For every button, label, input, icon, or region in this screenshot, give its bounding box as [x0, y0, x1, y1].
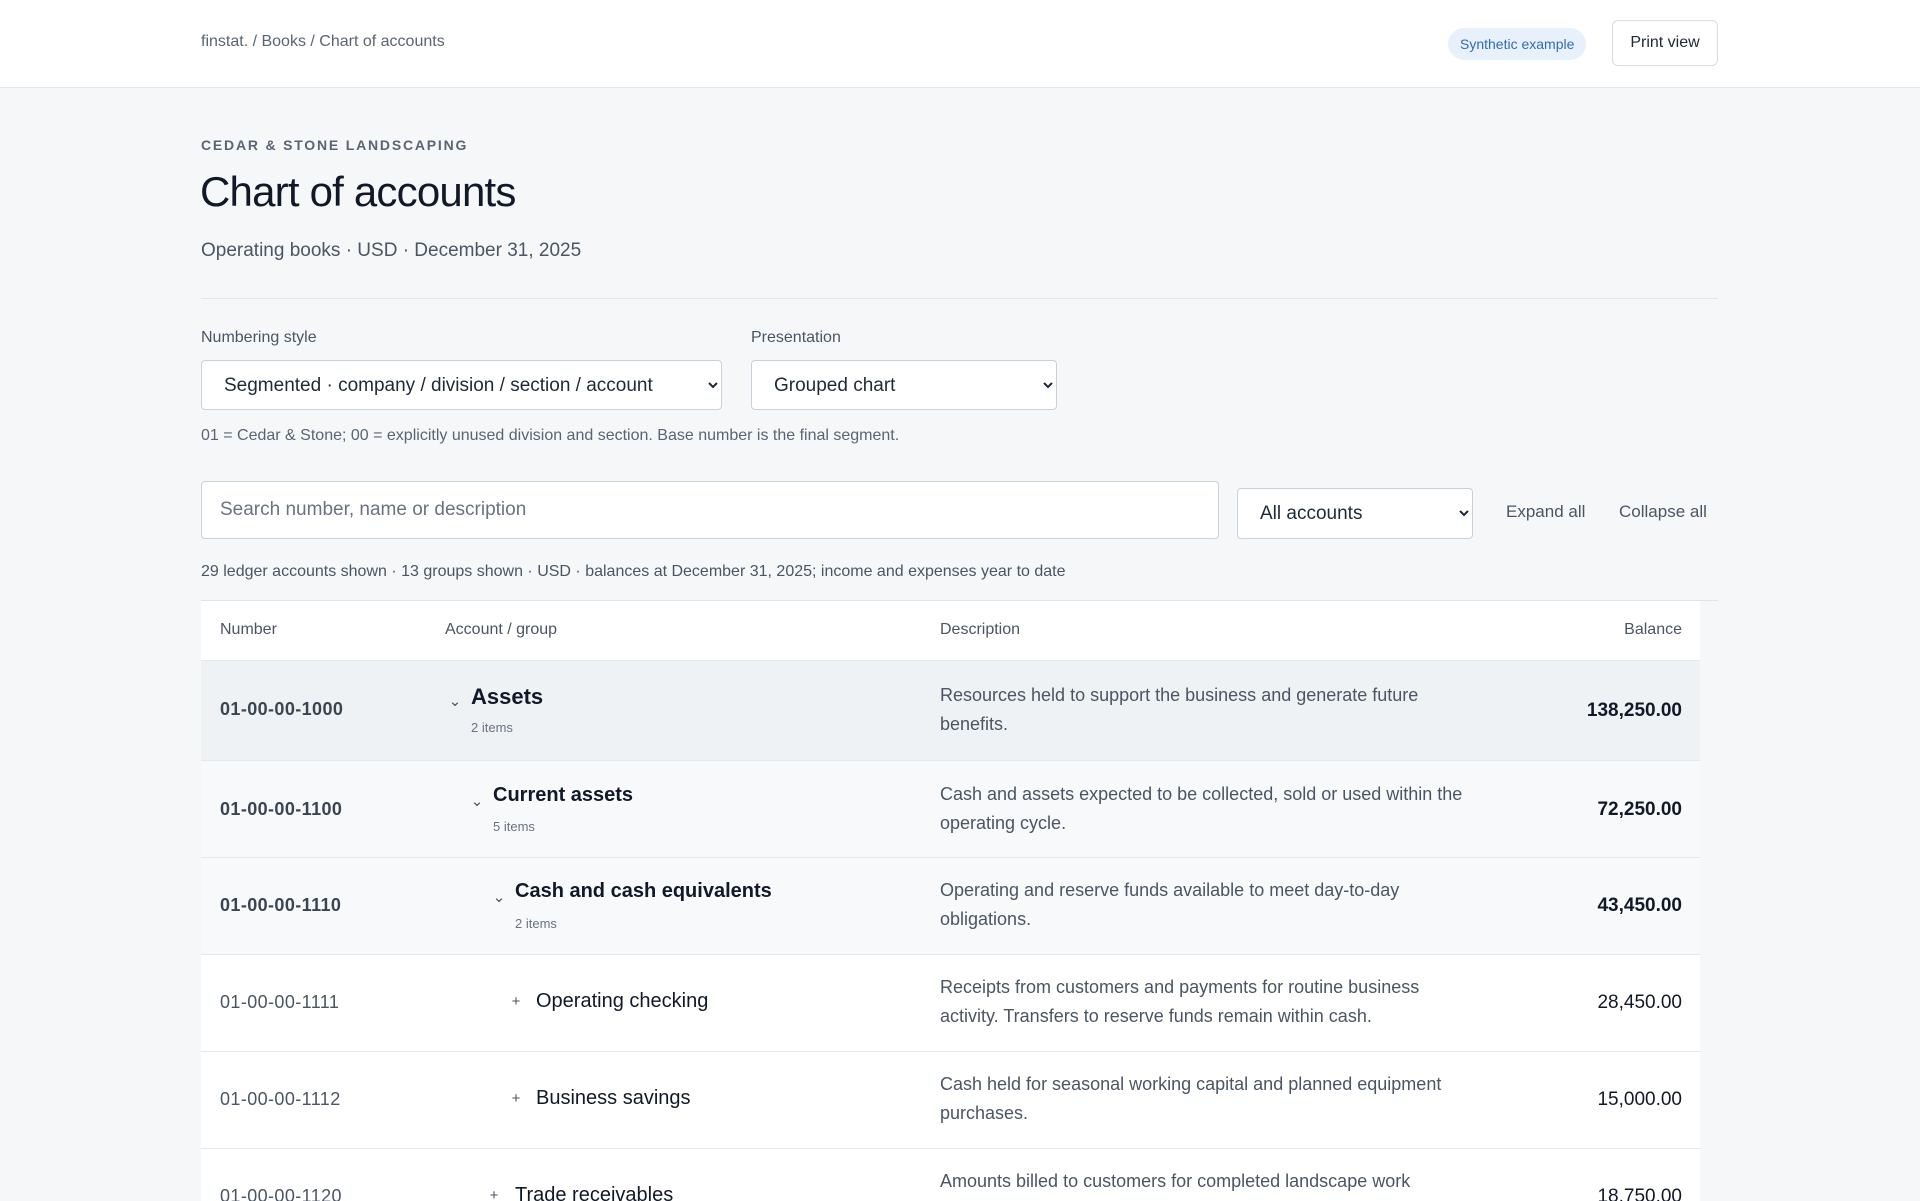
account-balance: 72,250.00 — [1597, 799, 1682, 820]
divider — [201, 298, 1718, 299]
print-view-button[interactable]: Print view — [1612, 20, 1718, 66]
breadcrumb-separator: / — [305, 33, 320, 50]
table-row[interactable]: 01-00-00-1120 + Trade receivables Amount… — [201, 1149, 1700, 1201]
numbering-style-select[interactable]: Segmented · company / division / section… — [201, 360, 722, 410]
breadcrumb-separator: / — [248, 33, 262, 50]
column-balance[interactable]: Balance — [1624, 621, 1682, 639]
accounts-table: Number Account / group Description Balan… — [201, 600, 1718, 1201]
account-description: Receipts from customers and payments for… — [940, 977, 1420, 1026]
expand-all-button[interactable]: Expand all — [1506, 502, 1585, 522]
plus-icon[interactable]: + — [506, 993, 526, 1010]
account-description: Cash and assets expected to be collected… — [940, 784, 1463, 833]
table-row[interactable]: 01-00-00-1100 ⌄ Current assets 5 items C… — [201, 761, 1700, 858]
presentation-label: Presentation — [751, 329, 841, 346]
synthetic-badge: Synthetic example — [1448, 28, 1587, 60]
chevron-down-icon[interactable]: ⌄ — [489, 888, 509, 906]
item-count: 2 items — [471, 720, 513, 735]
account-name: Cash and cash equivalents — [515, 880, 772, 902]
account-balance: 15,000.00 — [1597, 1089, 1682, 1110]
table-row[interactable]: 01-00-00-1111 + Operating checking Recei… — [201, 955, 1700, 1052]
column-account[interactable]: Account / group — [445, 621, 557, 639]
account-description: Amounts billed to customers for complete… — [940, 1171, 1411, 1191]
table-row[interactable]: 01-00-00-1110 ⌄ Cash and cash equivalent… — [201, 858, 1700, 955]
account-number: 01-00-00-1112 — [220, 1089, 341, 1109]
column-number[interactable]: Number — [220, 621, 277, 639]
table-header: Number Account / group Description Balan… — [201, 601, 1700, 661]
account-number: 01-00-00-1000 — [220, 699, 344, 719]
account-description: Operating and reserve funds available to… — [940, 880, 1400, 929]
account-balance: 138,250.00 — [1586, 700, 1682, 721]
account-filter-select[interactable]: All accounts — [1237, 488, 1473, 539]
account-name: Assets — [471, 684, 544, 709]
account-balance: 18,750.00 — [1597, 1186, 1682, 1201]
collapse-all-button[interactable]: Collapse all — [1619, 502, 1707, 522]
account-name: Business savings — [536, 1087, 691, 1109]
account-number: 01-00-00-1100 — [220, 799, 343, 819]
account-name: Operating checking — [536, 990, 709, 1012]
breadcrumb-home[interactable]: finstat. — [201, 33, 248, 50]
plus-icon[interactable]: + — [506, 1090, 526, 1107]
breadcrumb-books[interactable]: Books — [261, 33, 305, 50]
top-bar: finstat. / Books / Chart of accounts Syn… — [0, 0, 1920, 88]
breadcrumb: finstat. / Books / Chart of accounts — [201, 33, 445, 51]
table-row[interactable]: 01-00-00-1000 ⌄ Assets 2 items Resources… — [201, 661, 1700, 761]
results-summary: 29 ledger accounts shown · 13 groups sho… — [201, 563, 1066, 580]
chevron-down-icon[interactable]: ⌄ — [467, 792, 487, 810]
search-input[interactable] — [201, 481, 1219, 539]
account-name: Current assets — [493, 784, 634, 806]
account-balance: 43,450.00 — [1597, 895, 1682, 916]
account-number: 01-00-00-1110 — [220, 895, 342, 915]
account-name: Trade receivables — [515, 1184, 674, 1201]
account-description: Cash held for seasonal working capital a… — [940, 1074, 1442, 1123]
page-subtitle: Operating books · USD · December 31, 202… — [201, 240, 582, 261]
company-name: CEDAR & STONE LANDSCAPING — [201, 137, 469, 153]
presentation-select[interactable]: Grouped chart — [751, 360, 1057, 410]
column-description[interactable]: Description — [940, 621, 1020, 639]
plus-icon[interactable]: + — [484, 1187, 504, 1201]
numbering-style-label: Numbering style — [201, 329, 317, 346]
chevron-down-icon[interactable]: ⌄ — [445, 692, 465, 710]
breadcrumb-current: Chart of accounts — [319, 33, 445, 50]
item-count: 2 items — [515, 916, 557, 931]
numbering-help-text: 01 = Cedar & Stone; 00 = explicitly unus… — [201, 427, 900, 444]
item-count: 5 items — [493, 819, 535, 834]
account-description: Resources held to support the business a… — [940, 685, 1419, 734]
account-balance: 28,450.00 — [1597, 992, 1682, 1013]
account-number: 01-00-00-1120 — [220, 1186, 342, 1201]
page-title: Chart of accounts — [200, 168, 516, 215]
table-row[interactable]: 01-00-00-1112 + Business savings Cash he… — [201, 1052, 1700, 1149]
account-number: 01-00-00-1111 — [220, 992, 340, 1012]
